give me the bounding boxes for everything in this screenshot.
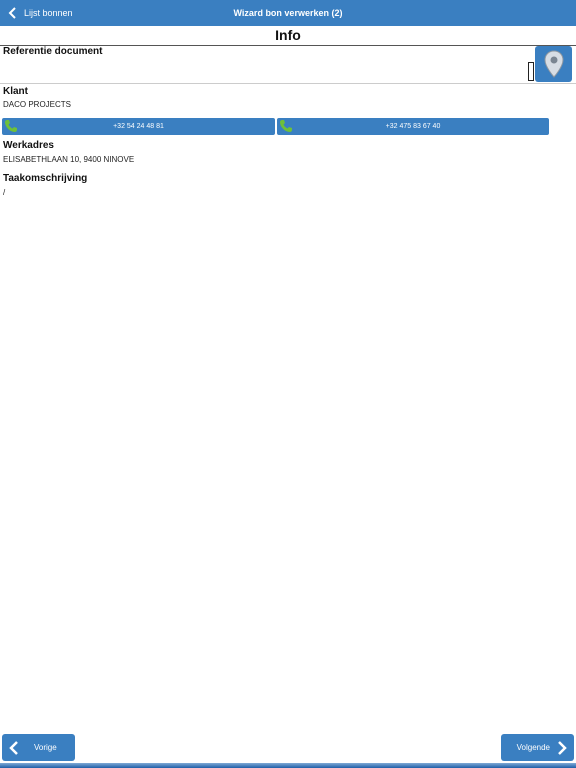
nav-title: Wizard bon verwerken (2) [233, 8, 343, 18]
map-pin-icon [543, 50, 564, 78]
work-address-label: Werkadres [3, 140, 54, 151]
phone-number-2: +32 475 83 67 40 [385, 123, 441, 130]
next-button[interactable]: Volgende [501, 734, 574, 761]
top-nav-bar: Lijst bonnen Wizard bon verwerken (2) [0, 0, 576, 26]
chevron-left-icon [9, 740, 18, 755]
phone-icon [5, 120, 17, 132]
map-button[interactable] [535, 46, 572, 82]
page-title: Info [0, 26, 576, 46]
client-label: Klant [3, 86, 28, 97]
next-button-label: Volgende [516, 743, 550, 752]
previous-button[interactable]: Vorige [2, 734, 75, 761]
back-button-label: Lijst bonnen [24, 8, 73, 18]
divider [0, 83, 576, 84]
phone-button-2[interactable]: +32 475 83 67 40 [277, 118, 549, 135]
bottom-bar [0, 763, 576, 768]
phone-button-1[interactable]: +32 54 24 48 81 [2, 118, 275, 135]
previous-button-label: Vorige [34, 743, 57, 752]
chevron-right-icon [558, 740, 567, 755]
reference-document-input[interactable] [528, 62, 534, 81]
chevron-left-icon [8, 7, 16, 19]
work-address-value: ELISABETHLAAN 10, 9400 NINOVE [3, 155, 135, 164]
reference-document-label: Referentie document [3, 46, 103, 57]
back-button[interactable]: Lijst bonnen [8, 0, 73, 26]
client-value: DACO PROJECTS [3, 100, 72, 109]
task-description-value: / [3, 188, 6, 197]
task-description-label: Taakomschrijving [3, 173, 88, 184]
phone-icon [280, 120, 292, 132]
phone-number-1: +32 54 24 48 81 [113, 123, 164, 130]
